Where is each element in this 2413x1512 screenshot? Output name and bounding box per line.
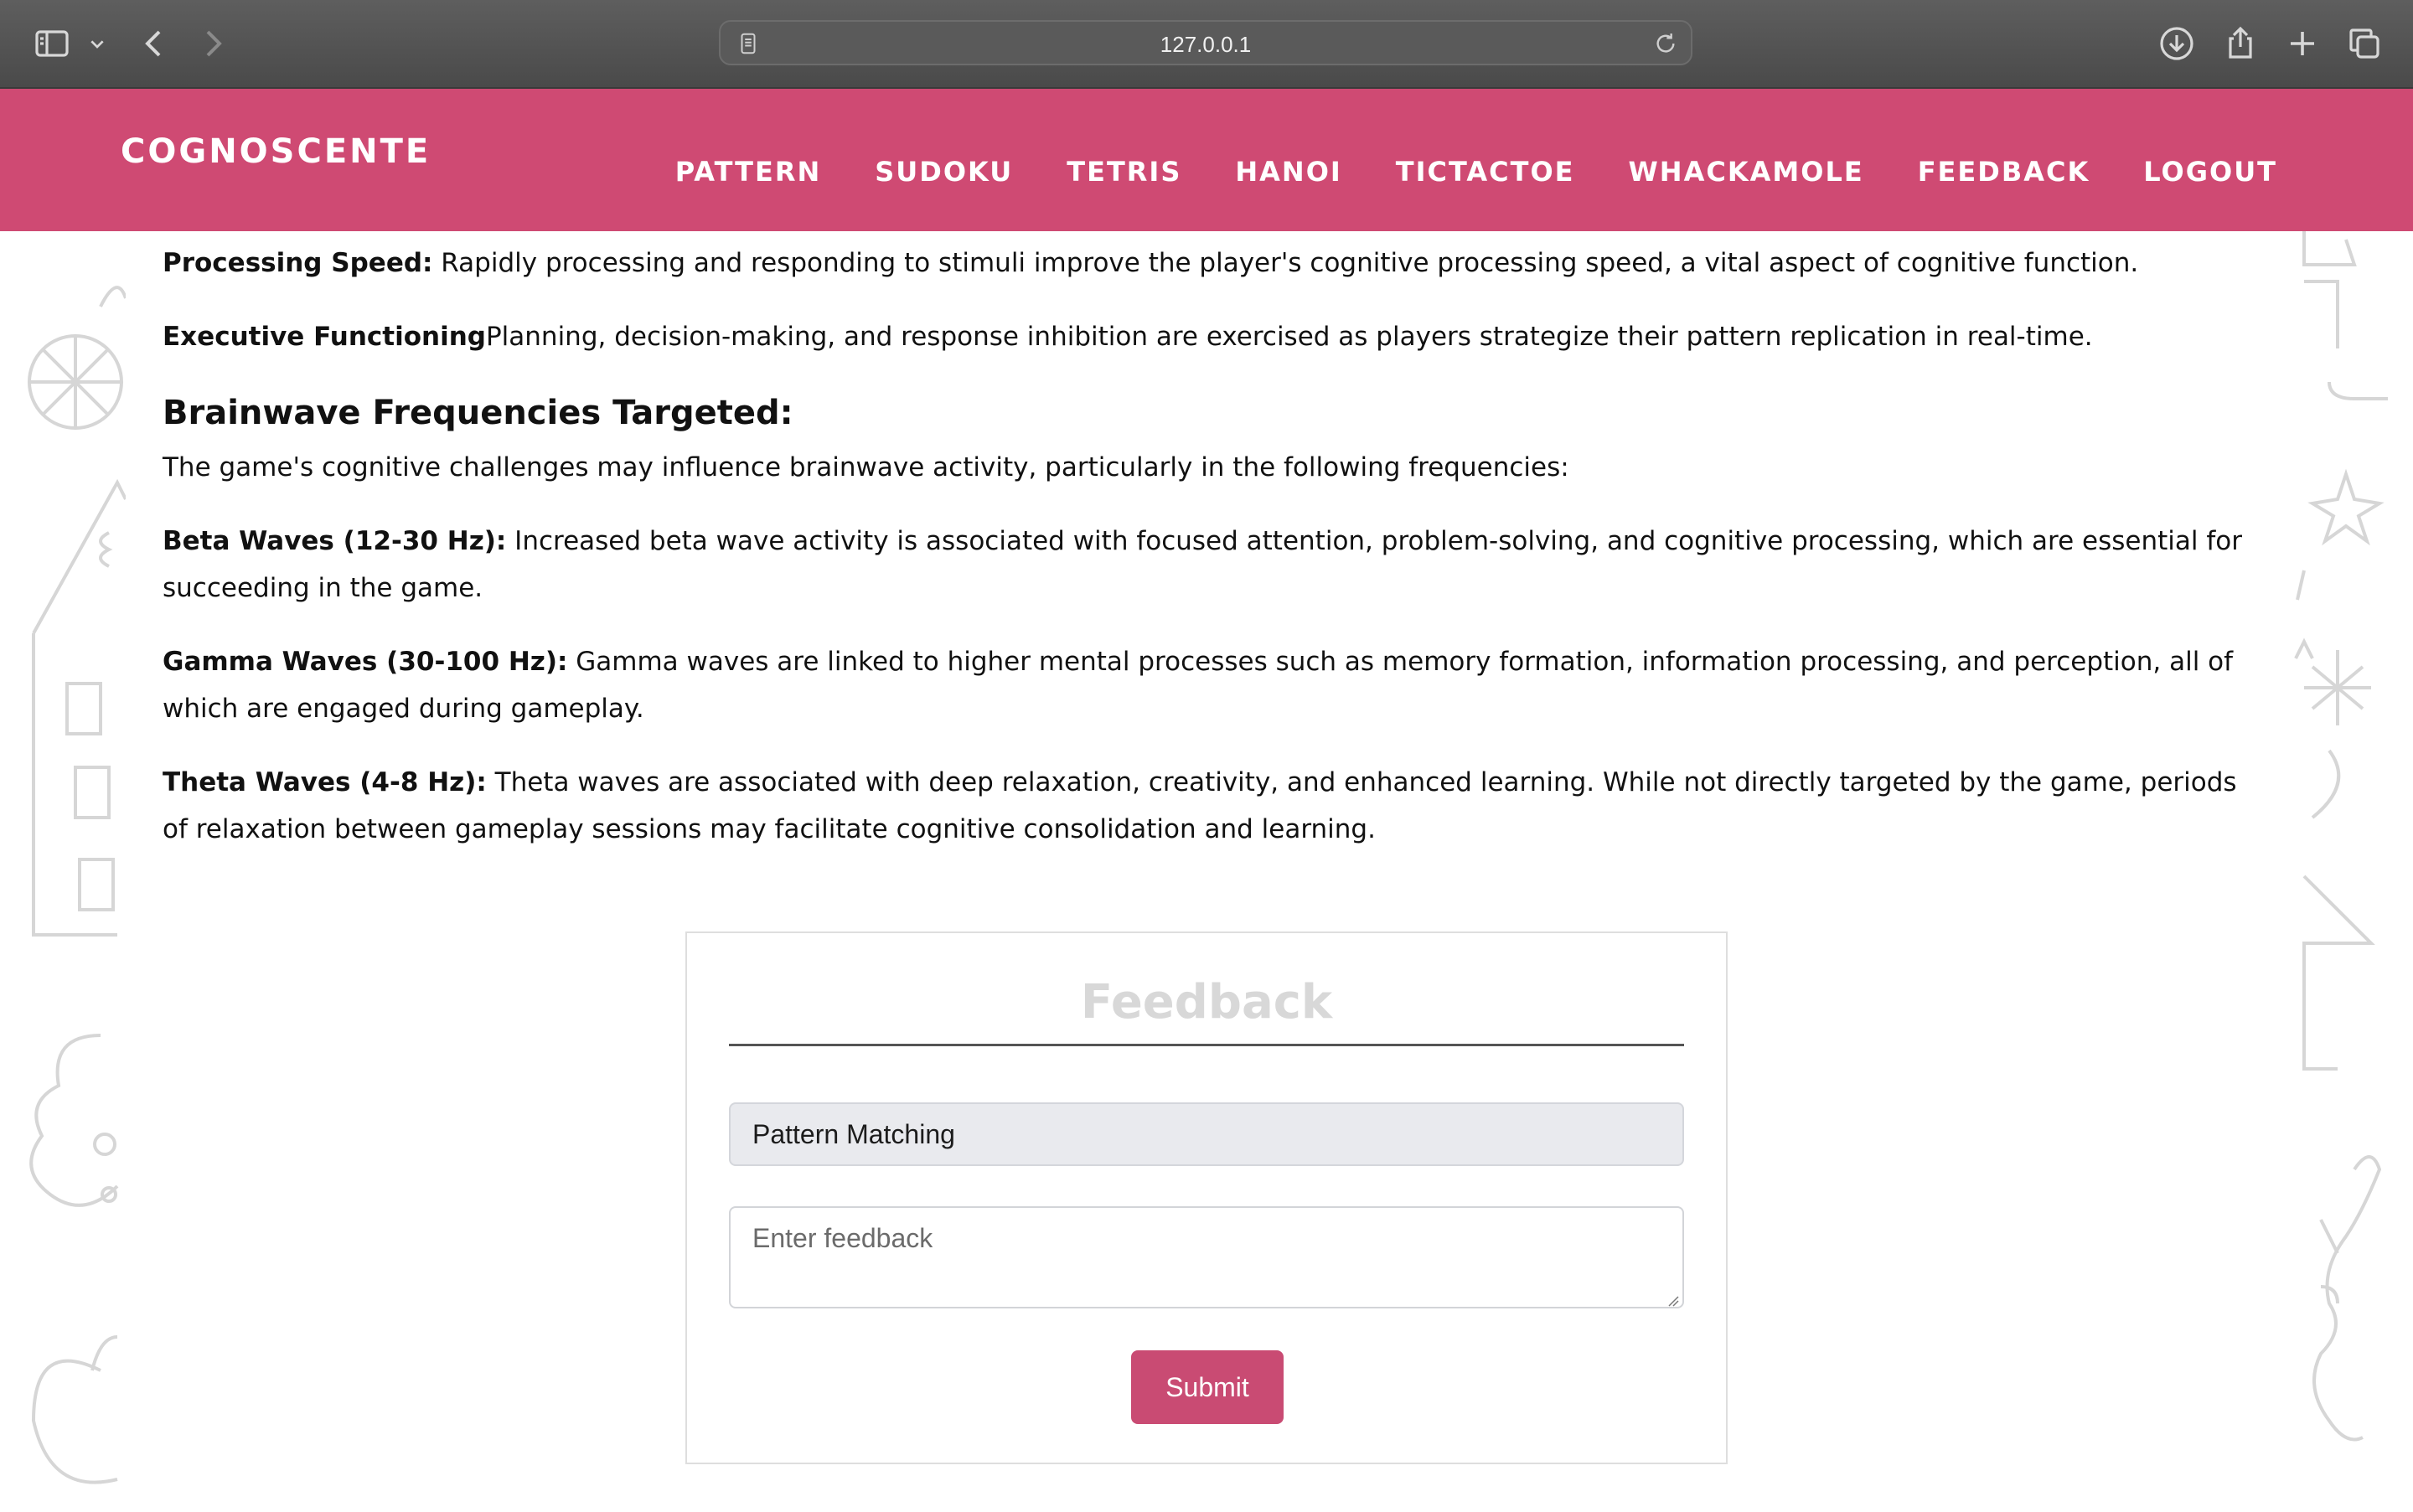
nav-link-tictactoe[interactable]: TICTACTOE (1396, 156, 1575, 188)
forward-icon[interactable] (193, 23, 233, 64)
wave-label: Beta Waves (12-30 Hz): (163, 526, 507, 556)
article-item: Processing Speed: Rapidly processing and… (163, 240, 2252, 286)
new-tab-icon[interactable] (2282, 23, 2323, 64)
site-brand[interactable]: COGNOSCENTE (121, 132, 431, 171)
reload-icon[interactable] (1652, 30, 1679, 57)
feedback-textarea[interactable] (729, 1206, 1684, 1308)
background-doodles-left (0, 231, 127, 1508)
sidebar-icon[interactable] (32, 23, 72, 64)
game-select[interactable]: Pattern Matching (729, 1102, 1684, 1166)
nav-link-logout[interactable]: LOGOUT (2143, 156, 2277, 188)
site-navbar: COGNOSCENTE PATTERN SUDOKU TETRIS HANOI … (0, 89, 2413, 231)
back-icon[interactable] (134, 23, 174, 64)
submit-button[interactable]: Submit (1131, 1350, 1284, 1424)
item-text: Planning, decision-making, and response … (485, 322, 2093, 352)
nav-link-tetris[interactable]: TETRIS (1067, 156, 1181, 188)
feedback-card: Feedback Pattern Matching Submit (685, 931, 1728, 1464)
nav-link-pattern[interactable]: PATTERN (675, 156, 821, 188)
wave-item: Gamma Waves (30-100 Hz): Gamma waves are… (163, 638, 2252, 732)
download-icon[interactable] (2157, 23, 2197, 64)
nav-link-whackamole[interactable]: WHACKAMOLE (1629, 156, 1864, 188)
share-icon[interactable] (2220, 23, 2261, 64)
title-divider (729, 1044, 1684, 1046)
article-item: Executive FunctioningPlanning, decision-… (163, 313, 2252, 360)
nav-links: PATTERN SUDOKU TETRIS HANOI TICTACTOE WH… (675, 156, 2277, 188)
section-title: Brainwave Frequencies Targeted: (163, 394, 793, 432)
article-content: solving scenarios. Processing Speed: Rap… (163, 201, 2252, 880)
url-text: 127.0.0.1 (1160, 32, 1252, 57)
item-label: Executive Functioning (163, 322, 486, 352)
section-intro: The game's cognitive challenges may infl… (163, 452, 1569, 482)
item-text: Rapidly processing and responding to sti… (432, 248, 2139, 278)
tabs-overview-icon[interactable] (2344, 23, 2385, 64)
browser-toolbar: 127.0.0.1 (0, 0, 2413, 89)
wave-label: Theta Waves (4-8 Hz): (163, 767, 487, 797)
nav-link-feedback[interactable]: FEEDBACK (1918, 156, 2090, 188)
background-doodles-right (2287, 231, 2413, 1508)
address-bar[interactable]: 127.0.0.1 (719, 20, 1692, 65)
wave-label: Gamma Waves (30-100 Hz): (163, 647, 568, 677)
item-label: Processing Speed: (163, 248, 433, 278)
nav-link-hanoi[interactable]: HANOI (1235, 156, 1341, 188)
feedback-title: Feedback (1080, 975, 1333, 1030)
wave-item: Beta Waves (12-30 Hz): Increased beta wa… (163, 518, 2252, 612)
resize-grip-icon[interactable] (1667, 1295, 1679, 1307)
wave-item: Theta Waves (4-8 Hz): Theta waves are as… (163, 759, 2252, 853)
chevron-down-icon[interactable] (84, 23, 111, 64)
nav-link-sudoku[interactable]: SUDOKU (875, 156, 1013, 188)
